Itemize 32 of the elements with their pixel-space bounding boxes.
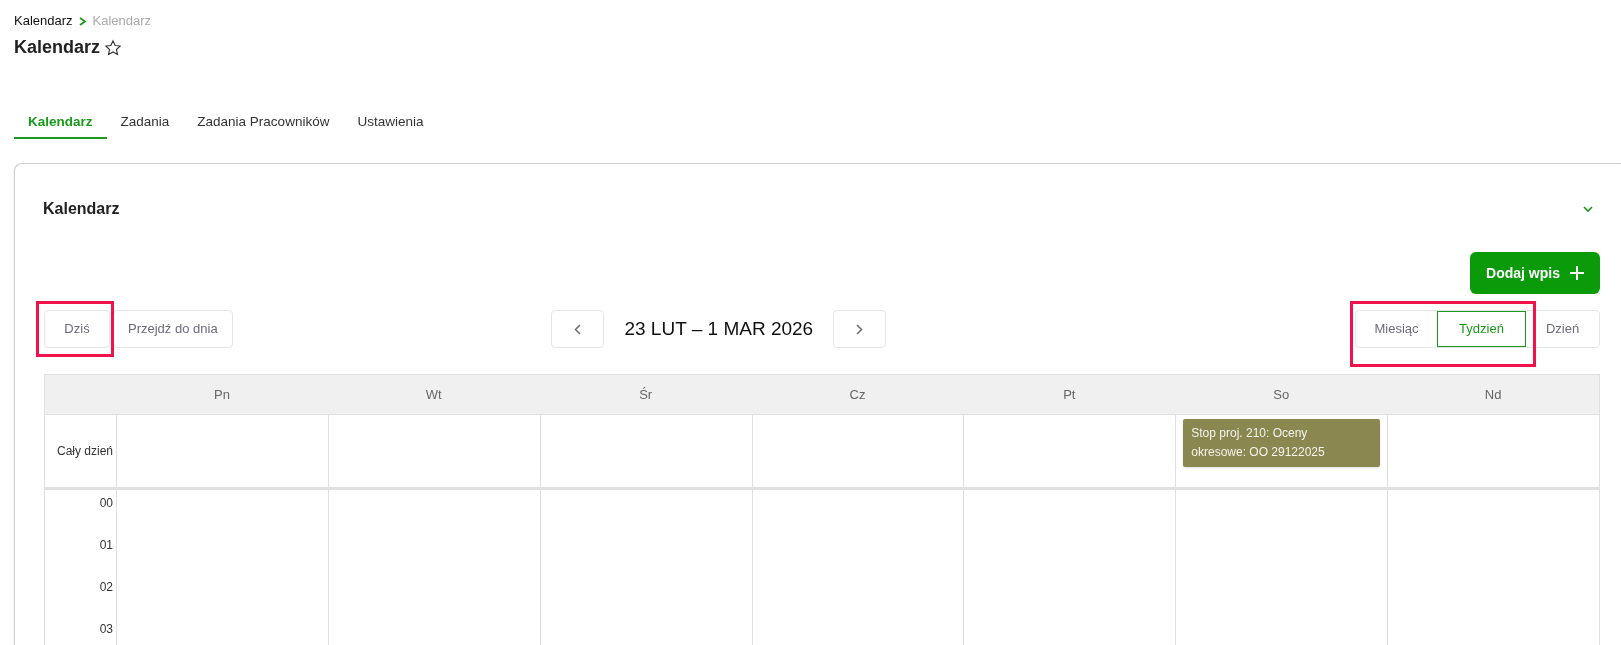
chevron-right-icon — [856, 323, 864, 335]
view-tab[interactable]: Miesiąc — [1356, 311, 1437, 347]
day-header: Wt — [424, 385, 443, 404]
chevron-icon[interactable] — [1582, 203, 1594, 215]
tab[interactable]: Zadania — [106, 107, 184, 139]
day-header: Pt — [1062, 385, 1077, 404]
view-tab[interactable]: Dzień — [1526, 311, 1599, 347]
add-entry-button[interactable]: Dodaj wpis — [1470, 252, 1600, 294]
today-button[interactable]: Dziś — [44, 310, 110, 348]
all-day-label: Cały dzień — [55, 443, 114, 460]
tab[interactable]: Ustawienia — [343, 107, 438, 139]
day-header: So — [1272, 385, 1291, 404]
section-title: Kalendarz — [43, 199, 120, 219]
plus-icon — [1570, 266, 1584, 280]
separator-icon — [78, 16, 87, 26]
view-tab[interactable]: Tydzień — [1437, 311, 1526, 347]
hour-label: 01 — [99, 538, 113, 552]
chevron-left-icon — [574, 323, 582, 335]
hour-label: 00 — [99, 496, 113, 510]
star-icon[interactable] — [104, 38, 123, 57]
date-range-title: 23 LUT – 1 MAR 2026 — [624, 316, 814, 341]
day-header: Śr — [638, 385, 654, 404]
calendar-event[interactable]: Stop proj. 210: Oceny okresowe: OO 29122025 — [1183, 419, 1381, 467]
tab[interactable]: Kalendarz — [14, 107, 107, 139]
day-header: Cz — [848, 385, 867, 404]
breadcrumb-link[interactable]: Kalendarz — [14, 11, 73, 31]
hour-label: 03 — [99, 622, 113, 636]
page-title: Kalendarz — [14, 36, 101, 59]
hour-label: 02 — [99, 580, 113, 594]
tab[interactable]: Zadania Pracowników — [183, 107, 344, 139]
day-header: Pn — [212, 385, 231, 404]
day-header: Nd — [1483, 385, 1503, 404]
